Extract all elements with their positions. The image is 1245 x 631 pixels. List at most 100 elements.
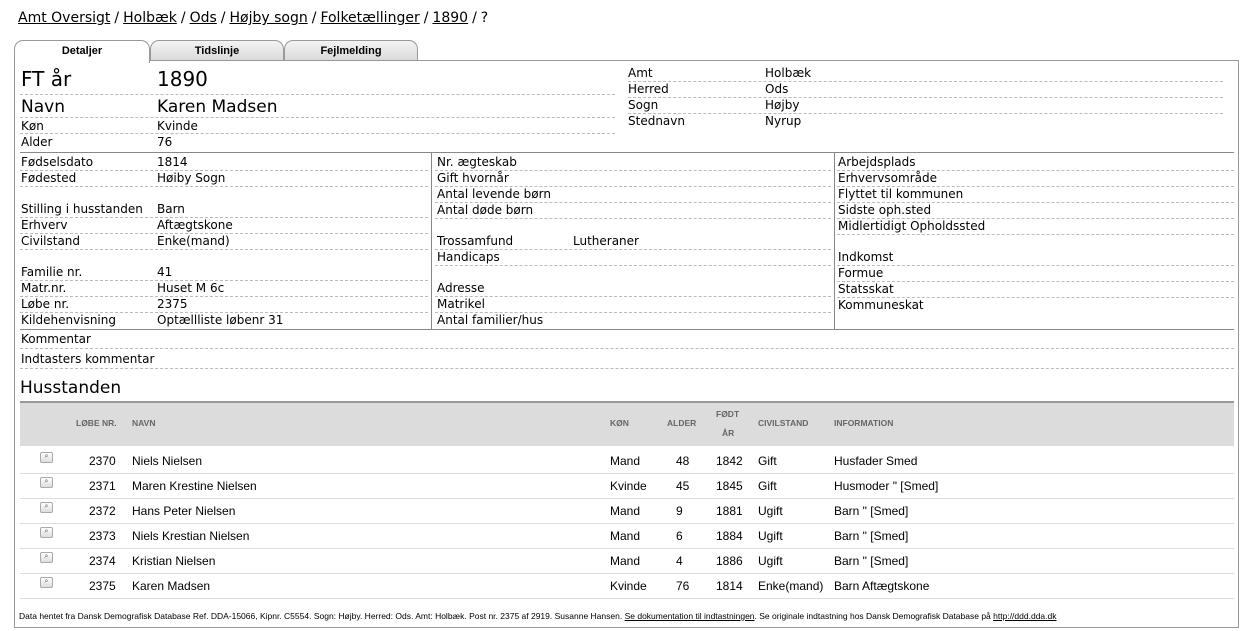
magnifier-icon[interactable]: ⌕ [40,527,53,538]
footer-source: Data hentet fra Dansk Demografisk Databa… [19,611,1056,621]
breadcrumb-separator: / [472,10,477,26]
col-fodt: FØDT [716,409,740,419]
herred-label: Herred [628,82,669,96]
sogn-label: Sogn [628,98,659,112]
stednavn-label: Stednavn [628,114,685,128]
cell-lobe: 2375 [89,579,116,593]
matr-no-label: Matr.nr. [21,281,67,295]
business-area-label: Erhvervsområde [838,171,937,185]
age-value: 76 [157,135,173,149]
religion-value: Lutheraner [573,234,639,248]
breadcrumb-ods[interactable]: Ods [190,10,217,26]
cell-info: Barn " [Smed] [834,529,909,543]
cell-fodt: 1886 [716,554,743,568]
married-when-label: Gift hvornår [437,171,509,185]
gender-value: Kvinde [157,119,198,133]
cell-kon: Kvinde [610,579,647,593]
comment-label: Kommentar [21,332,91,346]
cell-civil: Ugift [758,529,783,543]
occupation-label: Erhverv [21,218,68,232]
table-row: ⌕ 2372 Hans Peter Nielsen Mand 9 1881 Ugift Bar… [20,498,1234,524]
col-navn: NAVN [132,418,156,428]
source-ref-value: Optællliste løbenr 31 [157,313,284,327]
breadcrumb-holbaek[interactable]: Holbæk [123,10,177,26]
breadcrumb-1890[interactable]: 1890 [432,10,468,26]
matr-no-value: Huset M 6c [157,281,225,295]
magnifier-icon[interactable]: ⌕ [40,477,53,488]
cell-kon: Mand [610,454,641,468]
temporary-residence-label: Midlertidigt Opholdssted [838,219,986,233]
last-residence-label: Sidste oph.sted [838,203,932,217]
cell-civil: Ugift [758,504,783,518]
breadcrumb: Amt Oversigt / Holbæk / Ods / Højby sogn / Folke… [18,10,488,26]
cell-fodt: 1842 [716,454,743,468]
cell-alder: 4 [676,554,683,568]
col-civilstand: CIVILSTAND [758,418,809,428]
cell-alder: 6 [676,529,683,543]
magnifier-icon[interactable]: ⌕ [40,502,53,513]
magnifier-icon[interactable]: ⌕ [40,577,53,588]
tab-tidslinje[interactable]: Tidslinje [150,40,284,62]
col-lobe-nr: LØBE NR. [76,418,117,428]
state-tax-label: Statsskat [838,282,894,296]
footer-text: Data hentet fra Dansk Demografisk Databa… [19,611,623,621]
source-ref-label: Kildehenvisning [21,313,116,327]
cell-civil: Ugift [758,554,783,568]
magnifier-icon[interactable]: ⌕ [40,452,53,463]
municipal-tax-label: Kommuneskat [838,298,924,312]
cell-alder: 45 [676,479,690,493]
cell-info: Barn Aftægtskone [834,579,930,593]
breadcrumb-amt-oversigt[interactable]: Amt Oversigt [18,10,110,26]
tab-fejlmelding[interactable]: Fejlmelding [284,40,418,62]
cell-lobe: 2370 [89,454,116,468]
cell-navn: Maren Krestine Nielsen [132,479,257,493]
amt-label: Amt [628,66,653,80]
amt-value: Holbæk [765,66,812,80]
ddd-link[interactable]: http://ddd.dda.dk [993,611,1056,621]
col-ar: ÅR [722,428,735,438]
name-label: Navn [21,97,65,117]
cell-fodt: 1845 [716,479,743,493]
breadcrumb-separator: / [180,10,186,26]
cell-navn: Hans Peter Nielsen [132,504,236,518]
tab-detaljer[interactable]: Detaljer [14,40,150,63]
magnifier-icon[interactable]: ⌕ [40,552,53,563]
cell-alder: 9 [676,504,683,518]
breadcrumb-current: ? [480,10,489,26]
stednavn-value: Nyrup [765,114,802,128]
footer-text-2: . Se originale indtastning hos Dansk Dem… [754,611,991,621]
cell-civil: Gift [758,479,777,493]
cell-info: Husfader Smed [834,454,918,468]
matrikel-label: Matrikel [437,297,485,311]
table-row: ⌕ 2370 Niels Nielsen Mand 48 1842 Gift Husfader… [20,448,1234,474]
breadcrumb-folketaellinger[interactable]: Folketællinger [320,10,419,26]
breadcrumb-hojby-sogn[interactable]: Højby sogn [229,10,307,26]
cell-fodt: 1814 [716,579,743,593]
household-heading: Husstanden [20,378,122,398]
wealth-label: Formue [838,266,884,280]
sogn-value: Højby [765,98,800,112]
gender-label: Køn [21,119,44,133]
families-per-house-label: Antal familier/hus [437,313,544,327]
civil-status-value: Enke(mand) [157,234,230,248]
col-alder: ALDER [667,418,697,428]
cell-lobe: 2374 [89,554,116,568]
documentation-link[interactable]: Se dokumentation til indtastningen [625,611,755,621]
col-kon: KØN [610,418,629,428]
cell-navn: Karen Madsen [132,579,211,593]
household-position-label: Stilling i husstanden [21,202,143,216]
workplace-label: Arbejdsplads [838,155,916,169]
breadcrumb-separator: / [311,10,317,26]
cell-kon: Kvinde [610,479,647,493]
cell-lobe: 2371 [89,479,116,493]
cell-lobe: 2372 [89,504,116,518]
living-children-label: Antal levende børn [437,187,551,201]
typist-comment-label: Indtasters kommentar [21,352,155,366]
breadcrumb-separator: / [220,10,226,26]
handicaps-label: Handicaps [437,250,500,264]
cell-kon: Mand [610,529,641,543]
family-no-label: Familie nr. [21,265,83,279]
cell-lobe: 2373 [89,529,116,543]
cell-info: Husmoder " [Smed] [834,479,939,493]
cell-fodt: 1881 [716,504,743,518]
